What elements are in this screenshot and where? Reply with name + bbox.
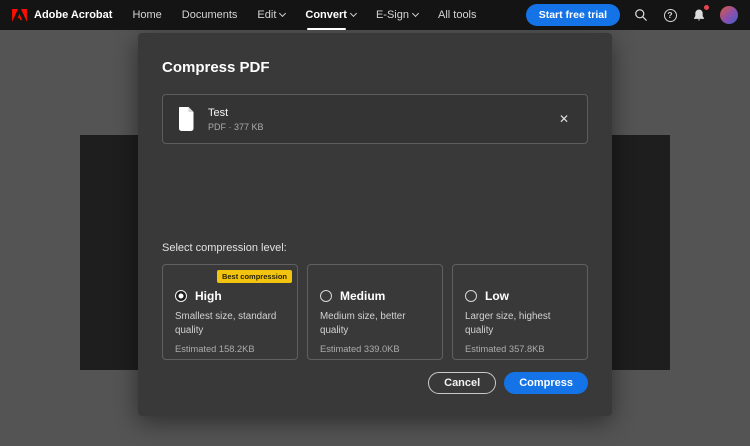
option-estimate: Estimated 357.8KB bbox=[465, 344, 575, 354]
option-estimate: Estimated 158.2KB bbox=[175, 344, 285, 354]
nav-label: Home bbox=[132, 9, 161, 21]
app-screen: Adobe Acrobat Home Documents Edit Conver… bbox=[0, 0, 750, 446]
option-head: High bbox=[175, 289, 285, 303]
option-description: Smallest size, standard quality bbox=[175, 310, 285, 338]
topbar-actions: Start free trial ? bbox=[526, 4, 738, 26]
compression-options: Best compression High Smallest size, sta… bbox=[162, 264, 588, 360]
notification-badge bbox=[703, 4, 710, 11]
option-head: Low bbox=[465, 289, 575, 303]
nav-label: Convert bbox=[305, 9, 347, 21]
radio-medium[interactable] bbox=[320, 290, 332, 302]
option-estimate: Estimated 339.0KB bbox=[320, 344, 430, 354]
option-description: Medium size, better quality bbox=[320, 310, 430, 338]
option-card-low[interactable]: Low Larger size, highest quality Estimat… bbox=[452, 264, 588, 360]
main-nav: Home Documents Edit Convert E-Sign All t… bbox=[132, 0, 476, 30]
cancel-button[interactable]: Cancel bbox=[428, 372, 496, 394]
file-meta: PDF · 377 KB bbox=[208, 122, 264, 132]
remove-file-close-icon[interactable]: ✕ bbox=[555, 110, 573, 128]
compress-pdf-dialog: Compress PDF Test PDF · 377 KB ✕ Select … bbox=[138, 33, 612, 416]
nav-item-documents[interactable]: Documents bbox=[182, 0, 238, 30]
chevron-down-icon bbox=[279, 10, 286, 17]
pdf-file-icon bbox=[177, 107, 196, 131]
option-title: Low bbox=[485, 289, 509, 303]
nav-item-convert[interactable]: Convert bbox=[305, 0, 356, 30]
nav-item-home[interactable]: Home bbox=[132, 0, 161, 30]
notifications-bell-icon[interactable] bbox=[691, 7, 707, 23]
start-free-trial-button[interactable]: Start free trial bbox=[526, 4, 620, 26]
help-icon[interactable]: ? bbox=[662, 7, 678, 23]
option-card-high[interactable]: Best compression High Smallest size, sta… bbox=[162, 264, 298, 360]
brand: Adobe Acrobat bbox=[12, 9, 112, 22]
adobe-logo-icon bbox=[12, 9, 27, 22]
search-icon[interactable] bbox=[633, 7, 649, 23]
nav-label: All tools bbox=[438, 9, 477, 21]
nav-label: E-Sign bbox=[376, 9, 409, 21]
nav-item-edit[interactable]: Edit bbox=[257, 0, 285, 30]
option-title: Medium bbox=[340, 289, 385, 303]
brand-name: Adobe Acrobat bbox=[34, 9, 112, 21]
radio-high[interactable] bbox=[175, 290, 187, 302]
dialog-actions: Cancel Compress bbox=[428, 372, 588, 394]
nav-item-all-tools[interactable]: All tools bbox=[438, 0, 477, 30]
nav-item-esign[interactable]: E-Sign bbox=[376, 0, 418, 30]
option-card-medium[interactable]: Medium Medium size, better quality Estim… bbox=[307, 264, 443, 360]
dialog-title: Compress PDF bbox=[162, 59, 588, 76]
chevron-down-icon bbox=[350, 10, 357, 17]
best-compression-badge: Best compression bbox=[217, 270, 292, 283]
file-card: Test PDF · 377 KB ✕ bbox=[162, 94, 588, 144]
option-head: Medium bbox=[320, 289, 430, 303]
option-description: Larger size, highest quality bbox=[465, 310, 575, 338]
help-glyph: ? bbox=[664, 9, 677, 22]
file-text: Test PDF · 377 KB bbox=[208, 107, 264, 132]
compress-button[interactable]: Compress bbox=[504, 372, 588, 394]
user-avatar[interactable] bbox=[720, 6, 738, 24]
file-name: Test bbox=[208, 107, 264, 119]
nav-label: Documents bbox=[182, 9, 238, 21]
option-title: High bbox=[195, 289, 222, 303]
chevron-down-icon bbox=[412, 10, 419, 17]
nav-label: Edit bbox=[257, 9, 276, 21]
top-navigation-bar: Adobe Acrobat Home Documents Edit Conver… bbox=[0, 0, 750, 30]
compression-level-label: Select compression level: bbox=[162, 242, 588, 254]
radio-low[interactable] bbox=[465, 290, 477, 302]
